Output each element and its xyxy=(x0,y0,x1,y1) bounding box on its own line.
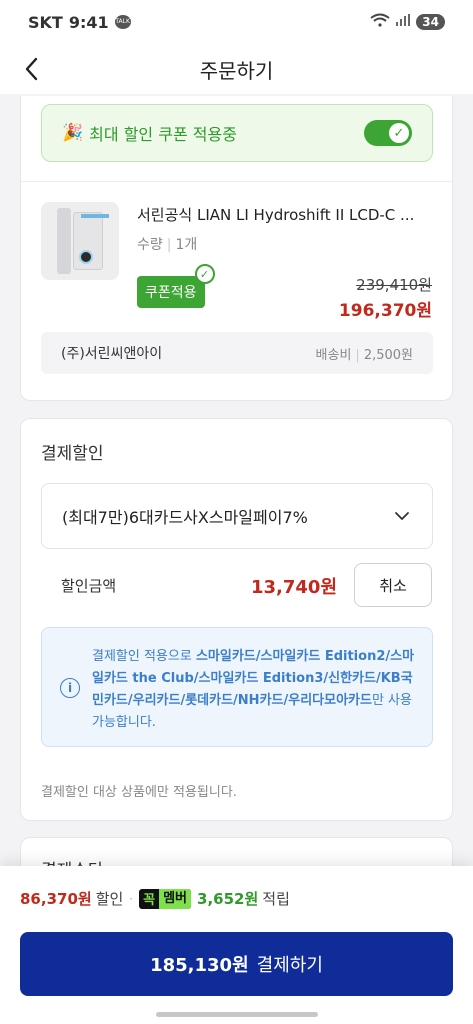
shipping-label: 배송비 xyxy=(315,347,352,363)
radiator-shape xyxy=(57,208,71,274)
pay-label: 결제하기 xyxy=(256,955,323,976)
discount-amount: 13,740원 xyxy=(251,577,338,598)
lcd-pump-shape xyxy=(79,250,93,264)
coupon-banner-text: 최대 할인 쿠폰 적용중 xyxy=(89,125,237,144)
section-title: 결제할인 xyxy=(41,444,104,464)
status-bar: SKT 9:41 TALK 34 xyxy=(0,0,473,44)
seller-shipping-box: (주)서린씨앤아이 배송비 | 2,500원 xyxy=(41,332,433,374)
pay-button[interactable]: 185,130원 결제하기 xyxy=(20,932,453,996)
order-product-card: 🎉 최대 할인 쿠폰 적용중 ✓ 서린공식 LIAN LI Hydroshift… xyxy=(20,96,453,401)
product-name[interactable]: 서린공식 LIAN LI Hydroshift II LCD-C ... xyxy=(137,204,437,225)
coupon-applied-badge: 쿠폰적용 ✓ xyxy=(137,264,215,308)
carrier-name: SKT xyxy=(28,12,63,32)
info-prefix: 결제할인 적용으로 xyxy=(92,649,196,664)
discount-option-select[interactable]: (최대7만)6대카드사X스마일페이7% xyxy=(41,483,433,549)
product-quantity: 수량 | 1개 xyxy=(137,237,198,253)
back-arrow-icon[interactable] xyxy=(18,54,48,84)
signal-icon xyxy=(396,14,411,30)
page-header: 주문하기 xyxy=(0,44,473,94)
quantity-label: 수량 xyxy=(137,237,163,253)
status-icons: 34 xyxy=(370,13,445,31)
check-circle-icon: ✓ xyxy=(194,264,215,284)
member-badge-mark: 꼭 xyxy=(143,893,156,908)
wifi-icon xyxy=(370,13,390,31)
member-badge-icon: 꼭 멤버 xyxy=(139,888,192,909)
checkout-bottom-bar: 86,370원 할인 · 꼭 멤버 3,652원 적립 185,130원 결제하기 xyxy=(0,866,473,1024)
quantity-value: 1개 xyxy=(175,237,198,253)
coupon-applied-label: 쿠폰적용 xyxy=(145,285,197,301)
payment-discount-card: 결제할인 (최대7만)6대카드사X스마일페이7% 할인금액 13,740원 취소… xyxy=(20,418,453,821)
final-price: 196,370원 xyxy=(338,301,432,321)
discount-notice: 결제할인 대상 상품에만 적용됩니다. xyxy=(41,785,237,800)
home-indicator[interactable] xyxy=(156,1012,318,1017)
selected-discount-option: (최대7만)6대카드사X스마일페이7% xyxy=(62,508,308,527)
member-badge-label: 멤버 xyxy=(159,888,192,909)
party-popper-icon: 🎉 xyxy=(62,123,84,143)
max-coupon-banner: 🎉 최대 할인 쿠폰 적용중 ✓ xyxy=(41,104,433,162)
info-icon: i xyxy=(60,678,80,698)
product-image[interactable] xyxy=(41,202,119,280)
page-title: 주문하기 xyxy=(199,58,274,83)
divider xyxy=(21,181,452,182)
battery-icon: 34 xyxy=(416,14,445,30)
separator: · xyxy=(129,891,134,906)
original-price: 239,410원 xyxy=(356,276,432,294)
total-discount: 86,370원 xyxy=(20,890,92,908)
talk-notification-icon: TALK xyxy=(114,15,131,29)
pay-amount: 185,130원 xyxy=(150,955,249,976)
reward-points: 3,652원 xyxy=(197,890,259,908)
check-icon: ✓ xyxy=(389,123,409,143)
status-time: 9:41 xyxy=(68,12,109,32)
brand-strip xyxy=(81,214,109,218)
chevron-down-icon xyxy=(392,506,412,526)
discount-label: 할인 xyxy=(95,890,124,908)
seller-name: (주)서린씨앤아이 xyxy=(61,346,163,362)
shipping-amount: 2,500원 xyxy=(363,347,413,363)
order-summary: 86,370원 할인 · 꼭 멤버 3,652원 적립 xyxy=(20,888,290,909)
discount-amount-label: 할인금액 xyxy=(61,577,117,595)
shipping-fee: 배송비 | 2,500원 xyxy=(315,347,413,363)
coupon-toggle[interactable]: ✓ xyxy=(364,120,412,146)
cancel-discount-button[interactable]: 취소 xyxy=(354,563,432,607)
points-label: 적립 xyxy=(262,890,290,908)
discount-info-box: i 결제할인 적용으로 스마일카드/스마일카드 Edition2/스마일카드 t… xyxy=(41,627,433,747)
discount-info-text: 결제할인 적용으로 스마일카드/스마일카드 Edition2/스마일카드 the… xyxy=(92,646,422,734)
